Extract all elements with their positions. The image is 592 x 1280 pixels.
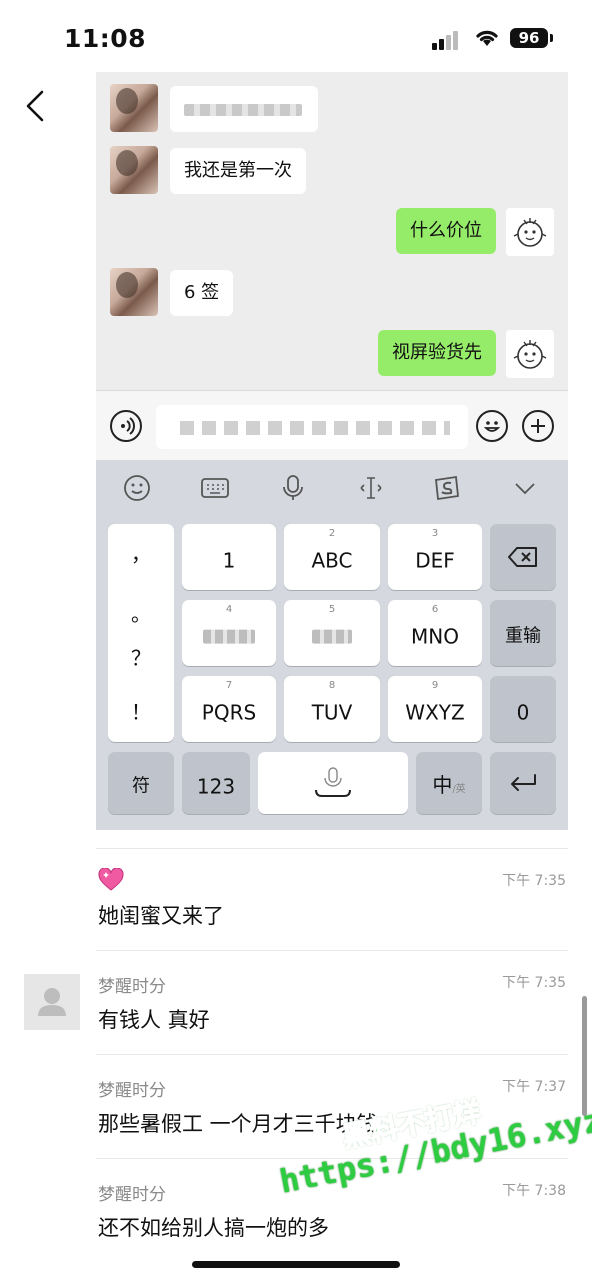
commenter-name[interactable]: 梦醒时分 bbox=[98, 972, 166, 997]
comma-key: ， bbox=[131, 542, 151, 566]
blurred-key-label bbox=[312, 629, 352, 644]
key-3: 3 DEF bbox=[388, 524, 482, 590]
cellular-signal-icon bbox=[432, 30, 464, 50]
keyboard-icon bbox=[200, 474, 230, 502]
message-input bbox=[156, 405, 468, 449]
chat-bubble-self: 视屏验货先 bbox=[378, 330, 496, 376]
wifi-icon bbox=[476, 30, 498, 46]
home-indicator[interactable] bbox=[192, 1261, 400, 1268]
symbols-key: 符 bbox=[108, 752, 174, 814]
cursor-icon bbox=[356, 474, 386, 502]
back-icon[interactable] bbox=[22, 88, 50, 124]
chat-input-bar bbox=[96, 390, 568, 460]
backspace-key bbox=[490, 524, 556, 590]
blurred-input-text bbox=[180, 421, 450, 435]
key-8: 8 TUV bbox=[284, 676, 380, 742]
self-avatar bbox=[506, 330, 554, 378]
voice-input-icon bbox=[110, 410, 142, 442]
period-key: 。 bbox=[131, 602, 151, 626]
contact-avatar bbox=[110, 84, 158, 132]
battery-tip bbox=[550, 34, 553, 42]
chevron-down-icon bbox=[510, 474, 540, 502]
key-6: 6 MNO bbox=[388, 600, 482, 666]
zero-key: 0 bbox=[490, 676, 556, 742]
divider bbox=[96, 848, 568, 849]
key-7: 7 PQRS bbox=[182, 676, 276, 742]
commenter-name[interactable]: 梦醒时分 bbox=[98, 1180, 166, 1205]
microphone-icon bbox=[278, 474, 308, 502]
comment-text: 有钱人 真好 bbox=[98, 1008, 210, 1032]
chat-bubble-blurred bbox=[170, 86, 318, 132]
chat-bubble: 6 签 bbox=[170, 270, 234, 316]
chat-area: 我还是第一次 什么价位 6 签 视屏验货先 bbox=[96, 72, 568, 390]
key-9: 9 WXYZ bbox=[388, 676, 482, 742]
battery-level: 96 bbox=[510, 28, 548, 48]
plus-icon bbox=[522, 410, 554, 442]
divider bbox=[96, 1054, 568, 1055]
emoji-icon bbox=[476, 410, 508, 442]
comment-time: 下午 7:38 bbox=[502, 1183, 566, 1199]
contact-avatar bbox=[110, 268, 158, 316]
key-5: 5 bbox=[284, 600, 380, 666]
numbers-key: 123 bbox=[182, 752, 250, 814]
default-avatar[interactable] bbox=[24, 974, 80, 1030]
key-1: 1 bbox=[182, 524, 276, 590]
contact-avatar bbox=[110, 146, 158, 194]
sogou-logo-icon bbox=[432, 474, 462, 502]
key-4: 4 bbox=[182, 600, 276, 666]
enter-key bbox=[490, 752, 556, 814]
divider bbox=[96, 950, 568, 951]
self-avatar bbox=[506, 208, 554, 256]
scrollbar[interactable] bbox=[582, 996, 587, 1116]
chat-bubble-self: 什么价位 bbox=[396, 208, 496, 254]
blurred-key-label bbox=[203, 629, 255, 644]
chat-bubble: 我还是第一次 bbox=[170, 148, 306, 194]
comment-text: 她闺蜜又来了 bbox=[98, 904, 224, 928]
sparkling-heart-icon bbox=[98, 868, 124, 891]
blurred-text bbox=[184, 104, 302, 116]
key-2: 2 ABC bbox=[284, 524, 380, 590]
punctuation-column: ， 。 ？ ！ bbox=[108, 524, 174, 742]
commenter-name[interactable]: 梦醒时分 bbox=[98, 1076, 166, 1101]
smiley-icon bbox=[122, 474, 152, 502]
comment-time: 下午 7:35 bbox=[502, 873, 566, 889]
ime-keyboard: ， 。 ？ ！ 1 2 ABC 3 DEF 4 5 6 MNO 重输 7 PQR… bbox=[96, 460, 568, 830]
status-bar: 11:08 96 bbox=[0, 0, 592, 72]
space-key bbox=[258, 752, 408, 814]
exclaim-key: ！ bbox=[131, 700, 151, 724]
post-image-chat-screenshot[interactable]: 我还是第一次 什么价位 6 签 视屏验货先 ， 。 ？ ！ 1 2 ABC 3 … bbox=[96, 72, 568, 830]
comment-time: 下午 7:35 bbox=[502, 975, 566, 991]
language-switch-key: 中/英 bbox=[416, 752, 482, 814]
status-time: 11:08 bbox=[64, 24, 147, 53]
keyboard-toolbar bbox=[96, 460, 568, 516]
question-key: ？ bbox=[131, 646, 151, 670]
retype-key: 重输 bbox=[490, 600, 556, 666]
